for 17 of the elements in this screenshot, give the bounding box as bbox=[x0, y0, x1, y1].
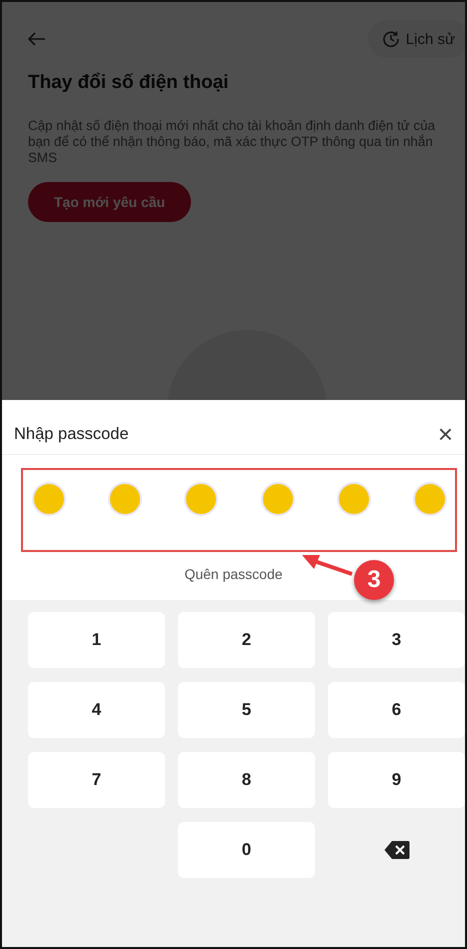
keypad-key[interactable]: 1 bbox=[28, 612, 165, 668]
keypad-key[interactable]: 9 bbox=[328, 752, 465, 808]
forgot-passcode-link[interactable]: Quên passcode bbox=[180, 562, 287, 586]
keypad-key[interactable]: 5 bbox=[178, 682, 315, 738]
keypad-key[interactable]: 2 bbox=[178, 612, 315, 668]
keypad-key[interactable]: 8 bbox=[178, 752, 315, 808]
keypad-key[interactable]: 3 bbox=[328, 612, 465, 668]
pointer-arrow bbox=[302, 555, 353, 576]
keypad-key[interactable]: 6 bbox=[328, 682, 465, 738]
keypad-key[interactable]: 0 bbox=[178, 822, 315, 878]
keypad-key[interactable]: 4 bbox=[28, 682, 165, 738]
keypad-key[interactable]: 7 bbox=[28, 752, 165, 808]
clock-icon bbox=[382, 30, 400, 48]
backspace-icon bbox=[384, 840, 410, 860]
close-button[interactable]: × bbox=[438, 424, 453, 444]
sheet-title: Nhập passcode bbox=[14, 424, 129, 444]
page-title: Thay đổi số điện thoại bbox=[28, 72, 230, 94]
